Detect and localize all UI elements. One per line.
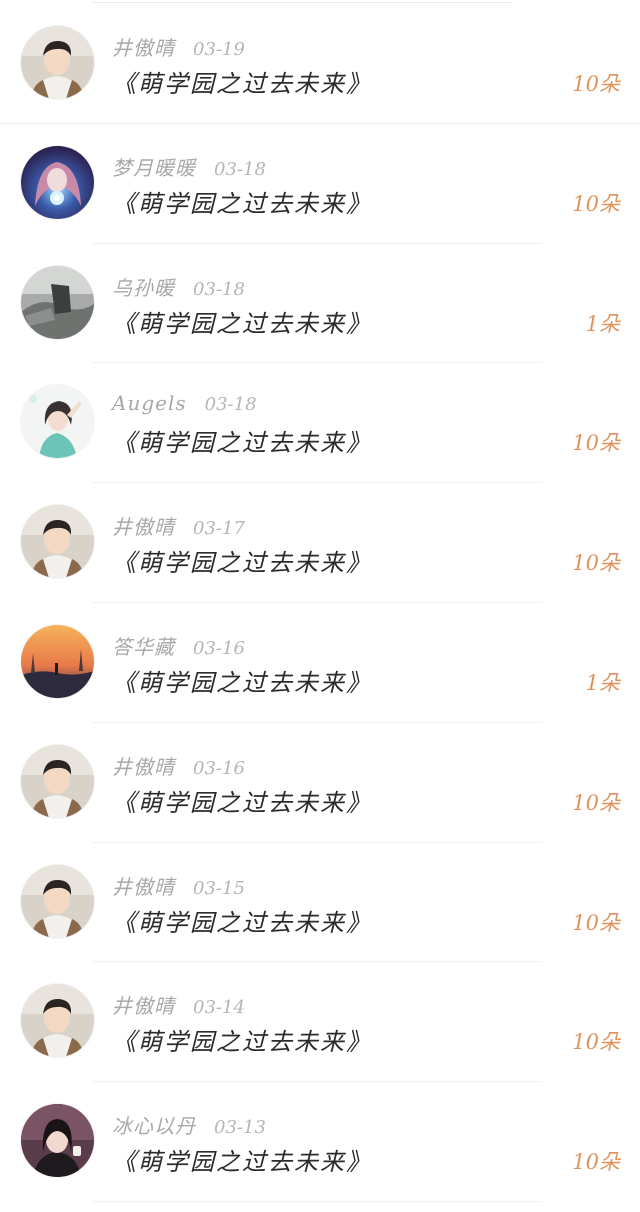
flower-amount: 10朵 [572,1030,620,1055]
record-date: 03-16 [193,757,245,779]
user-name[interactable]: 井傲晴 [112,990,175,1019]
boy-portrait-avatar-image [21,744,94,818]
girl-photo-avatar-image [21,1104,94,1178]
book-title[interactable]: 《萌学园之过去未来》 [112,663,372,698]
book-title[interactable]: 《萌学园之过去未来》 [112,1022,372,1057]
girl-illustration-avatar-image [21,385,94,459]
list-item[interactable]: 梦月暖暖 03-18 《萌学园之过去未来》 10朵 [0,124,640,244]
book-title[interactable]: 《萌学园之过去未来》 [112,1142,372,1177]
user-name[interactable]: 乌孙暖 [112,272,175,301]
user-name[interactable]: 梦月暖暖 [112,152,196,181]
user-avatar[interactable] [21,744,94,818]
sunset-scene-avatar-image [21,624,94,698]
book-title[interactable]: 《萌学园之过去未来》 [112,304,372,339]
record-date: 03-17 [193,518,245,540]
user-name[interactable]: 井傲晴 [112,751,175,780]
user-avatar[interactable] [21,1104,94,1178]
user-name[interactable]: Augels [112,391,187,415]
list-item[interactable]: 井傲晴 03-16 《萌学园之过去未来》 10朵 [0,723,640,843]
record-meta: 冰心以丹 03-13 [112,1110,266,1138]
record-date: 03-18 [193,278,245,300]
user-name[interactable]: 井傲晴 [112,871,175,900]
user-avatar[interactable] [21,505,94,579]
record-date: 03-18 [214,158,266,180]
flower-amount: 10朵 [572,1150,620,1175]
boy-portrait-avatar-image [21,864,94,938]
record-date: 03-18 [204,394,257,416]
flower-amount: 10朵 [572,72,620,96]
flower-amount: 1朵 [585,670,620,695]
book-title[interactable]: 《萌学园之过去未来》 [112,184,372,219]
record-meta: 答华藏 03-16 [112,631,245,659]
boy-portrait-avatar-image [21,26,94,99]
user-avatar[interactable] [21,624,94,698]
user-name[interactable]: 井傲晴 [112,32,175,61]
boy-portrait-avatar-image [21,984,94,1058]
record-date: 03-15 [193,877,245,899]
user-avatar[interactable] [21,984,94,1058]
user-name[interactable]: 井傲晴 [112,511,175,540]
record-meta: 井傲晴 03-15 [112,871,245,899]
record-meta: 井傲晴 03-14 [112,990,245,1018]
flower-amount: 10朵 [572,431,620,456]
record-meta: Augels 03-18 [112,391,257,419]
flower-amount: 1朵 [585,311,620,336]
record-meta: 井傲晴 03-16 [112,751,245,779]
list-item[interactable]: 井傲晴 03-14 《萌学园之过去未来》 10朵 [0,962,640,1082]
user-avatar[interactable] [21,265,94,339]
flower-amount: 10朵 [572,191,620,216]
list-item[interactable]: 乌孙暖 03-18 《萌学园之过去未来》 1朵 [0,244,640,364]
gift-record-list: 井傲晴 03-19 《萌学园之过去未来》 10朵 梦月暖暖 03-18 《萌学园… [0,4,640,1202]
list-item[interactable]: 井傲晴 03-19 《萌学园之过去未来》 10朵 [0,4,640,124]
anime-girl-avatar-image [21,145,94,219]
book-title[interactable]: 《萌学园之过去未来》 [112,423,372,458]
user-name[interactable]: 冰心以丹 [112,1110,196,1139]
flower-amount: 10朵 [572,910,620,935]
record-meta: 梦月暖暖 03-18 [112,152,266,180]
user-avatar[interactable] [21,864,94,938]
book-title[interactable]: 《萌学园之过去未来》 [112,783,372,818]
record-date: 03-16 [193,637,245,659]
list-item[interactable]: 冰心以丹 03-13 《萌学园之过去未来》 10朵 [0,1082,640,1202]
user-avatar[interactable] [21,145,94,219]
user-name[interactable]: 答华藏 [112,631,175,660]
flower-amount: 10朵 [572,551,620,576]
record-meta: 乌孙暖 03-18 [112,272,245,300]
record-meta: 井傲晴 03-19 [112,32,245,60]
record-date: 03-13 [214,1117,266,1139]
list-item[interactable]: Augels 03-18 《萌学园之过去未来》 10朵 [0,363,640,483]
user-avatar[interactable] [21,26,94,99]
flower-amount: 10朵 [572,790,620,815]
book-title[interactable]: 《萌学园之过去未来》 [112,903,372,938]
record-date: 03-14 [193,997,245,1019]
record-meta: 井傲晴 03-17 [112,511,245,539]
book-title[interactable]: 《萌学园之过去未来》 [112,64,372,99]
user-avatar[interactable] [21,385,94,459]
record-date: 03-19 [193,39,245,60]
book-title[interactable]: 《萌学园之过去未来》 [112,543,372,578]
list-item[interactable]: 答华藏 03-16 《萌学园之过去未来》 1朵 [0,603,640,723]
top-divider [92,2,512,3]
grey-scenery-avatar-image [21,265,94,339]
list-item[interactable]: 井傲晴 03-15 《萌学园之过去未来》 10朵 [0,843,640,963]
list-item[interactable]: 井傲晴 03-17 《萌学园之过去未来》 10朵 [0,483,640,603]
boy-portrait-avatar-image [21,505,94,579]
